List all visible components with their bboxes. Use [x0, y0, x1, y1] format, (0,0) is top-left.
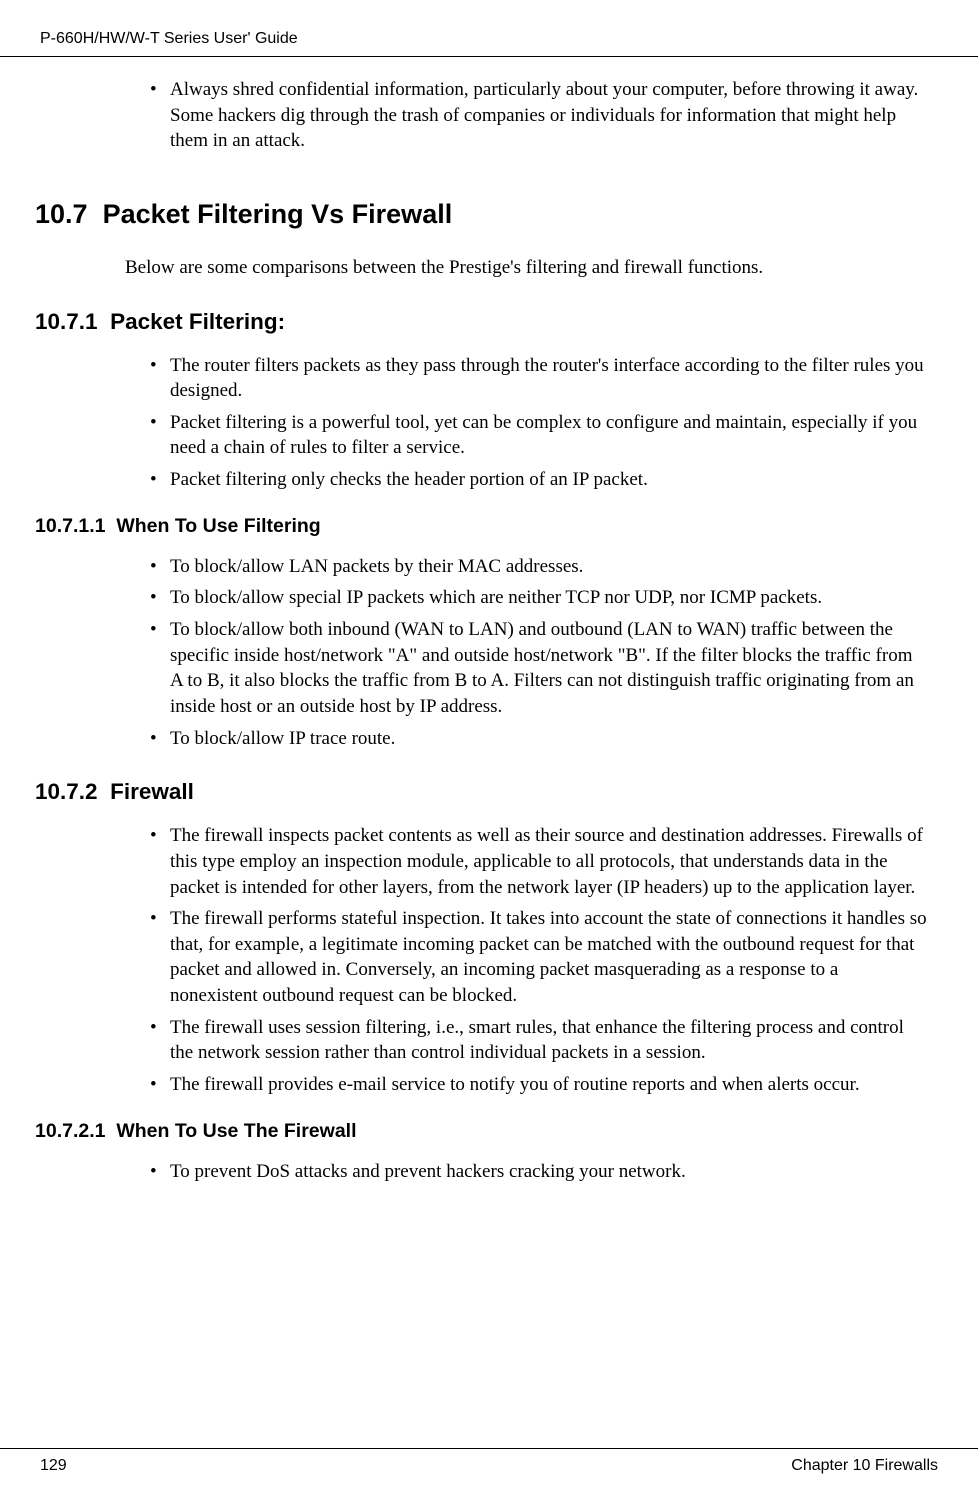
section-heading-10-7-1: 10.7.1 Packet Filtering:: [35, 309, 928, 335]
list-item: The firewall performs stateful inspectio…: [150, 906, 928, 1009]
bullet-text: The router filters packets as they pass …: [170, 355, 924, 402]
list-item: To block/allow LAN packets by their MAC …: [150, 554, 928, 580]
section-title: Packet Filtering:: [110, 309, 285, 334]
page-content: Always shred confidential information, p…: [0, 77, 978, 1184]
bullet-text: Always shred confidential information, p…: [170, 79, 918, 151]
list-item: The firewall provides e-mail service to …: [150, 1072, 928, 1098]
bullet-list-10-7-1-1: To block/allow LAN packets by their MAC …: [35, 554, 928, 751]
doc-title: P-660H/HW/W-T Series User' Guide: [40, 30, 298, 47]
page-footer: 129 Chapter 10 Firewalls: [0, 1448, 978, 1475]
bullet-text: Packet filtering only checks the header …: [170, 469, 648, 490]
section-heading-10-7-2: 10.7.2 Firewall: [35, 779, 928, 805]
top-bullet-list: Always shred confidential information, p…: [35, 77, 928, 154]
bullet-text: To block/allow IP trace route.: [170, 728, 395, 749]
section-number: 10.7: [35, 199, 88, 229]
bullet-text: The firewall uses session filtering, i.e…: [170, 1017, 904, 1064]
bullet-text: The firewall inspects packet contents as…: [170, 825, 923, 897]
section-title: When To Use Filtering: [116, 515, 320, 537]
list-item: The firewall uses session filtering, i.e…: [150, 1015, 928, 1066]
bullet-text: Packet filtering is a powerful tool, yet…: [170, 412, 917, 459]
list-item: To block/allow special IP packets which …: [150, 585, 928, 611]
section-number: 10.7.2.1: [35, 1120, 105, 1142]
section-intro: Below are some comparisons between the P…: [125, 255, 928, 281]
section-title: Packet Filtering Vs Firewall: [103, 199, 453, 229]
page-header: P-660H/HW/W-T Series User' Guide: [0, 0, 978, 57]
bullet-list-10-7-2: The firewall inspects packet contents as…: [35, 823, 928, 1097]
chapter-label: Chapter 10 Firewalls: [791, 1457, 938, 1475]
list-item: Packet filtering only checks the header …: [150, 467, 928, 493]
bullet-text: To block/allow special IP packets which …: [170, 587, 822, 608]
list-item: Packet filtering is a powerful tool, yet…: [150, 410, 928, 461]
list-item: To block/allow IP trace route.: [150, 726, 928, 752]
section-title: When To Use The Firewall: [116, 1120, 356, 1142]
page-number: 129: [40, 1457, 67, 1475]
section-number: 10.7.1.1: [35, 515, 105, 537]
list-item: The router filters packets as they pass …: [150, 353, 928, 404]
list-item: The firewall inspects packet contents as…: [150, 823, 928, 900]
bullet-text: The firewall performs stateful inspectio…: [170, 908, 927, 1006]
section-heading-10-7: 10.7 Packet Filtering Vs Firewall: [35, 199, 928, 230]
bullet-text: To block/allow LAN packets by their MAC …: [170, 556, 583, 577]
section-number: 10.7.2: [35, 779, 98, 804]
list-item: Always shred confidential information, p…: [150, 77, 928, 154]
section-heading-10-7-2-1: 10.7.2.1 When To Use The Firewall: [35, 1120, 928, 1143]
section-number: 10.7.1: [35, 309, 98, 334]
bullet-text: To prevent DoS attacks and prevent hacke…: [170, 1161, 686, 1182]
bullet-list-10-7-2-1: To prevent DoS attacks and prevent hacke…: [35, 1159, 928, 1185]
bullet-text: The firewall provides e-mail service to …: [170, 1074, 860, 1095]
bullet-text: To block/allow both inbound (WAN to LAN)…: [170, 619, 914, 717]
list-item: To prevent DoS attacks and prevent hacke…: [150, 1159, 928, 1185]
section-heading-10-7-1-1: 10.7.1.1 When To Use Filtering: [35, 515, 928, 538]
bullet-list-10-7-1: The router filters packets as they pass …: [35, 353, 928, 493]
section-title: Firewall: [110, 779, 194, 804]
list-item: To block/allow both inbound (WAN to LAN)…: [150, 617, 928, 720]
